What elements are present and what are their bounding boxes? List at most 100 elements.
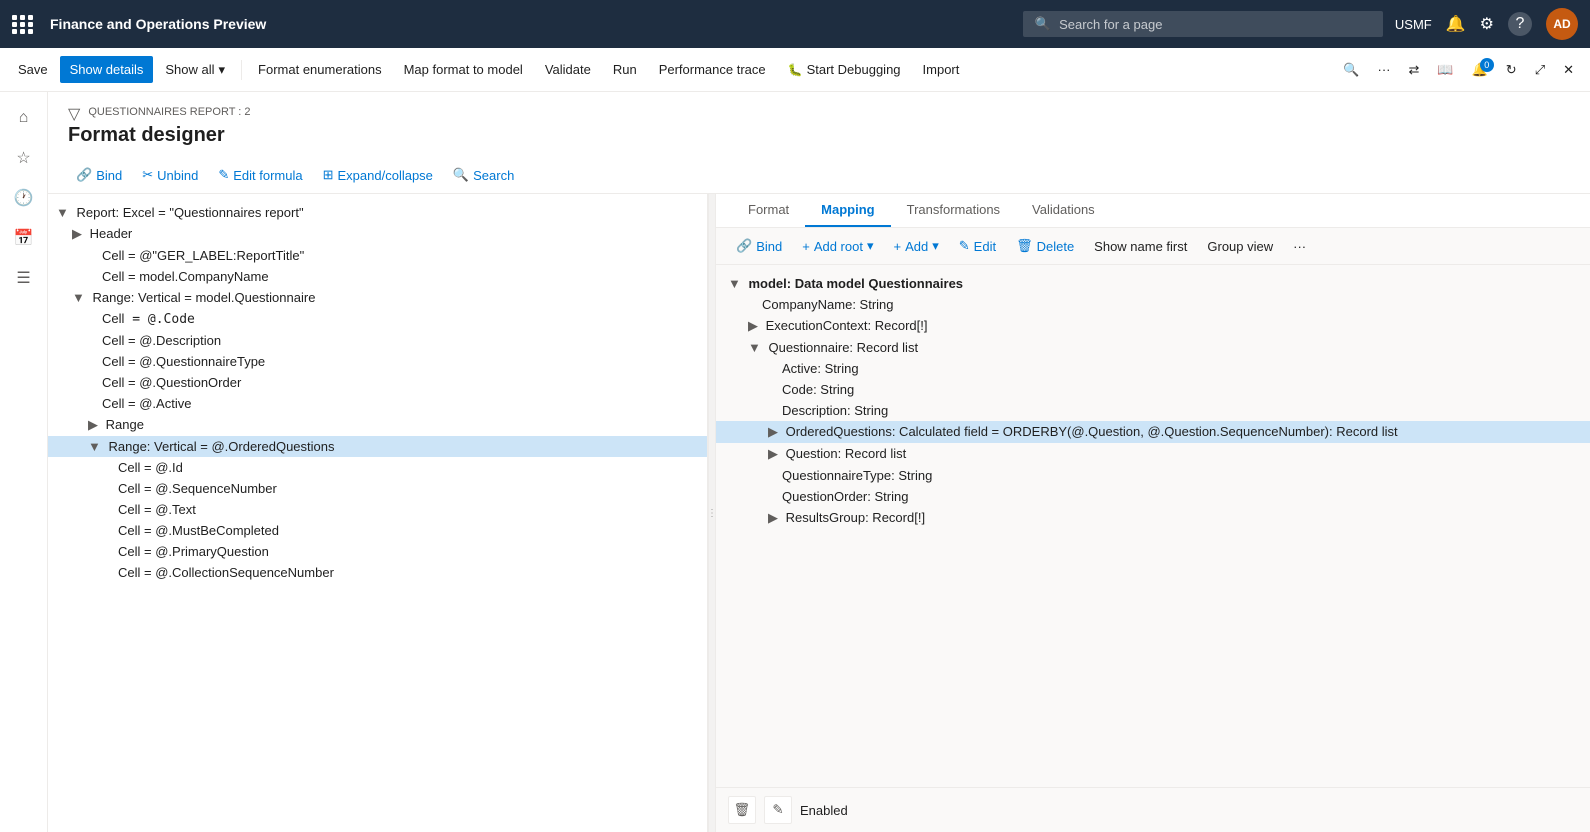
- right-tree-toggle[interactable]: ▶: [768, 510, 782, 525]
- save-button[interactable]: Save: [8, 56, 58, 83]
- right-tabs: Format Mapping Transformations Validatio…: [716, 194, 1590, 228]
- tree-item[interactable]: ▶ Header: [48, 223, 707, 245]
- tree-item[interactable]: Cell = @.Id: [48, 457, 707, 478]
- tree-item[interactable]: Cell = @.Code: [48, 308, 707, 330]
- right-tree-item[interactable]: QuestionnaireType: String: [716, 465, 1590, 486]
- delete-icon: 🗑: [1016, 238, 1033, 254]
- right-tree-toggle[interactable]: ▼: [748, 340, 764, 355]
- sidebar-item-modules[interactable]: ☰: [6, 260, 42, 296]
- format-enumerations-button[interactable]: Format enumerations: [248, 56, 392, 83]
- unbind-button[interactable]: ✂ Unbind: [134, 163, 206, 187]
- tree-toggle[interactable]: ▼: [88, 439, 104, 454]
- close-button[interactable]: ✕: [1555, 56, 1582, 84]
- start-debugging-button[interactable]: 🐛 Start Debugging: [778, 56, 911, 83]
- tree-item[interactable]: ▼ Range: Vertical = @.OrderedQuestions: [48, 436, 707, 457]
- notification-badge-button[interactable]: 🔔0: [1464, 56, 1496, 84]
- tree-item[interactable]: Cell = model.CompanyName: [48, 266, 707, 287]
- tree-item[interactable]: Cell = @.QuestionnaireType: [48, 351, 707, 372]
- tree-toggle[interactable]: ▶: [72, 226, 86, 241]
- expand-button[interactable]: ⤢: [1527, 56, 1553, 84]
- search-cmd-button[interactable]: 🔍: [1335, 56, 1367, 84]
- waffle-icon[interactable]: [12, 15, 34, 34]
- tree-item[interactable]: ▶ Range: [48, 414, 707, 436]
- gear-icon[interactable]: ⚙: [1480, 14, 1494, 34]
- right-tree-item[interactable]: ▶ ExecutionContext: Record[!]: [716, 315, 1590, 337]
- sidebar-item-favorites[interactable]: ☆: [6, 140, 42, 176]
- group-view-button[interactable]: Group view: [1199, 235, 1281, 258]
- show-details-button[interactable]: Show details: [60, 56, 154, 83]
- import-button[interactable]: Import: [913, 56, 970, 83]
- right-tree-toggle[interactable]: ▶: [768, 424, 782, 439]
- tree-item[interactable]: Cell = @.Description: [48, 330, 707, 351]
- tree-item[interactable]: ▼ Report: Excel = "Questionnaires report…: [48, 202, 707, 223]
- bell-icon[interactable]: 🔔: [1446, 14, 1466, 34]
- tab-validations[interactable]: Validations: [1016, 194, 1111, 227]
- right-tree-item[interactable]: Active: String: [716, 358, 1590, 379]
- tree-toggle[interactable]: ▶: [88, 417, 102, 432]
- book-button[interactable]: 📖: [1429, 56, 1461, 84]
- right-tree-item[interactable]: CompanyName: String: [716, 294, 1590, 315]
- delete-button[interactable]: 🗑 Delete: [1008, 234, 1082, 258]
- tree-item[interactable]: ▼ Range: Vertical = model.Questionnaire: [48, 287, 707, 308]
- add-root-button[interactable]: + Add root ▾: [794, 234, 881, 258]
- sidebar-item-recent[interactable]: 🕐: [6, 180, 42, 216]
- breadcrumb: QUESTIONNAIRES REPORT : 2: [88, 106, 250, 118]
- tree-toggle[interactable]: ▼: [56, 205, 72, 220]
- tree-item[interactable]: Cell = @.SequenceNumber: [48, 478, 707, 499]
- bind-button[interactable]: 🔗 Bind: [68, 163, 130, 187]
- right-tree-toggle[interactable]: ▶: [768, 446, 782, 461]
- run-button[interactable]: Run: [603, 56, 647, 83]
- tree-item-label: Report: Excel = "Questionnaires report": [76, 205, 303, 220]
- edit-right-button[interactable]: ✎ Edit: [951, 234, 1004, 258]
- right-tree-item[interactable]: ▼ model: Data model Questionnaires: [716, 273, 1590, 294]
- splitter[interactable]: ⋮: [708, 194, 716, 832]
- tree-item[interactable]: Cell = @.QuestionOrder: [48, 372, 707, 393]
- show-all-button[interactable]: Show all ▾: [155, 56, 235, 84]
- right-tree-item[interactable]: ▼ Questionnaire: Record list: [716, 337, 1590, 358]
- page-header: ▽ QUESTIONNAIRES REPORT : 2 Format desig…: [48, 92, 1590, 194]
- search-tree-button[interactable]: 🔍 Search: [445, 163, 522, 187]
- sidebar-item-workspaces[interactable]: 📅: [6, 220, 42, 256]
- search-input[interactable]: [1059, 17, 1371, 32]
- map-format-to-model-button[interactable]: Map format to model: [394, 56, 533, 83]
- sidebar-item-home[interactable]: ⌂: [6, 100, 42, 136]
- right-tree-item[interactable]: QuestionOrder: String: [716, 486, 1590, 507]
- tab-transformations[interactable]: Transformations: [891, 194, 1016, 227]
- tab-mapping[interactable]: Mapping: [805, 194, 890, 227]
- right-tree-item[interactable]: Description: String: [716, 400, 1590, 421]
- right-tree-item[interactable]: ▶ ResultsGroup: Record[!]: [716, 507, 1590, 529]
- top-navigation: Finance and Operations Preview 🔍 USMF 🔔 …: [0, 0, 1590, 48]
- avatar[interactable]: AD: [1546, 8, 1578, 40]
- edit-formula-button[interactable]: ✎ Edit formula: [210, 163, 310, 187]
- right-tree-item[interactable]: ▶ Question: Record list: [716, 443, 1590, 465]
- tree-item[interactable]: Cell = @.PrimaryQuestion: [48, 541, 707, 562]
- add-root-icon: +: [802, 239, 810, 254]
- tree-toggle[interactable]: ▼: [72, 290, 88, 305]
- right-panel: Format Mapping Transformations Validatio…: [716, 194, 1590, 832]
- right-tree-item[interactable]: Code: String: [716, 379, 1590, 400]
- more-button[interactable]: ···: [1370, 56, 1399, 83]
- right-bind-button[interactable]: 🔗 Bind: [728, 234, 790, 258]
- show-name-first-button[interactable]: Show name first: [1086, 235, 1195, 258]
- tree-item[interactable]: Cell = @"GER_LABEL:ReportTitle": [48, 245, 707, 266]
- expand-collapse-button[interactable]: ⊞ Expand/collapse: [315, 163, 441, 187]
- reload-button[interactable]: ↻: [1498, 56, 1525, 84]
- right-tree-toggle[interactable]: ▶: [748, 318, 762, 333]
- tree-item[interactable]: Cell = @.MustBeCompleted: [48, 520, 707, 541]
- right-tree-item[interactable]: ▶ OrderedQuestions: Calculated field = O…: [716, 421, 1590, 443]
- help-icon[interactable]: ?: [1508, 12, 1532, 36]
- tree-item[interactable]: Cell = @.CollectionSequenceNumber: [48, 562, 707, 583]
- tree-item[interactable]: Cell = @.Active: [48, 393, 707, 414]
- bottom-delete-button[interactable]: 🗑: [728, 796, 756, 824]
- editor-toolbar: 🔗 Bind ✂ Unbind ✎ Edit formula ⊞ Expand/…: [68, 157, 1570, 193]
- bottom-edit-button[interactable]: ✎: [764, 796, 792, 824]
- compare-button[interactable]: ⇄: [1401, 56, 1428, 84]
- more-right-button[interactable]: ···: [1285, 235, 1314, 258]
- global-search[interactable]: 🔍: [1023, 11, 1383, 37]
- validate-button[interactable]: Validate: [535, 56, 601, 83]
- tree-item[interactable]: Cell = @.Text: [48, 499, 707, 520]
- tab-format[interactable]: Format: [732, 194, 805, 227]
- add-button[interactable]: + Add ▾: [886, 234, 947, 258]
- right-tree-toggle[interactable]: ▼: [728, 276, 744, 291]
- performance-trace-button[interactable]: Performance trace: [649, 56, 776, 83]
